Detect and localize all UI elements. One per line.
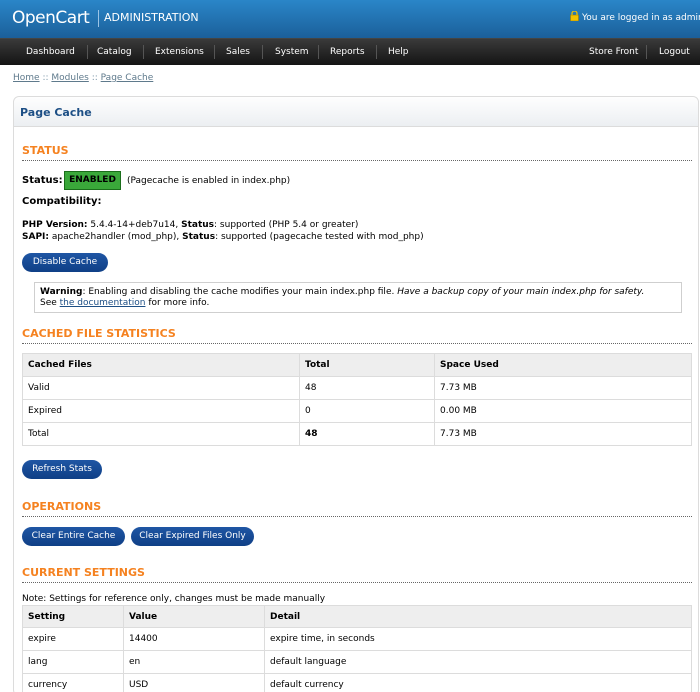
warning-text: : Enabling and disabling the cache modif… bbox=[82, 287, 398, 297]
nav-divider bbox=[646, 45, 647, 59]
stats-cell: 48 bbox=[299, 376, 435, 400]
stats-table: Cached Files Total Space Used Valid 48 7… bbox=[22, 353, 692, 446]
breadcrumb-separator: :: bbox=[91, 73, 98, 83]
logo-divider bbox=[98, 10, 99, 27]
sapi-status-value: : supported (pagecache tested with mod_p… bbox=[215, 232, 424, 242]
nav-catalog[interactable]: Catalog bbox=[97, 47, 132, 57]
nav-divider bbox=[318, 45, 319, 59]
nav-system[interactable]: System bbox=[275, 47, 309, 57]
nav-divider bbox=[262, 45, 263, 59]
nav-dashboard[interactable]: Dashboard bbox=[26, 47, 75, 57]
stats-cell: 0 bbox=[299, 399, 435, 423]
warning-see: See bbox=[40, 298, 60, 308]
stats-cell: 0.00 MB bbox=[434, 399, 692, 423]
stats-cell: 48 bbox=[299, 422, 435, 446]
page-title: Page Cache bbox=[20, 106, 92, 119]
php-version-label: PHP Version: bbox=[22, 220, 88, 230]
status-label: Status: bbox=[22, 175, 63, 186]
stats-cell: Expired bbox=[22, 399, 300, 423]
stats-header-row: Cached Files Total Space Used bbox=[22, 353, 692, 377]
nav-reports[interactable]: Reports bbox=[330, 47, 365, 57]
table-row: expire 14400 expire time, in seconds bbox=[22, 627, 692, 651]
col-space-used: Space Used bbox=[434, 353, 692, 377]
status-badge: ENABLED bbox=[64, 171, 121, 190]
stats-heading: CACHED FILE STATISTICS bbox=[22, 327, 692, 344]
breadcrumb-separator: :: bbox=[42, 73, 49, 83]
warning-more: for more info. bbox=[145, 298, 210, 308]
login-text: You are logged in as admin bbox=[582, 13, 700, 23]
nav-extensions[interactable]: Extensions bbox=[155, 47, 204, 57]
settings-cell: expire time, in seconds bbox=[264, 627, 692, 651]
documentation-link[interactable]: the documentation bbox=[60, 298, 146, 308]
sapi-status-label: Status bbox=[182, 232, 216, 242]
settings-cell: en bbox=[123, 650, 265, 674]
content-box: Page Cache STATUS Status: ENABLED (Pagec… bbox=[13, 96, 699, 692]
settings-note: Note: Settings for reference only, chang… bbox=[22, 594, 326, 604]
settings-heading: CURRENT SETTINGS bbox=[22, 566, 692, 583]
warning-italic: Have a backup copy of your main index.ph… bbox=[397, 287, 645, 297]
table-row: Expired 0 0.00 MB bbox=[22, 399, 692, 423]
settings-cell: expire bbox=[22, 627, 124, 651]
settings-cell: lang bbox=[22, 650, 124, 674]
stats-cell: 7.73 MB bbox=[434, 422, 692, 446]
breadcrumb-home[interactable]: Home bbox=[13, 73, 40, 83]
status-heading: STATUS bbox=[22, 144, 692, 161]
settings-header-row: Setting Value Detail bbox=[22, 605, 692, 628]
nav-divider bbox=[87, 45, 88, 59]
app-header: OpenCart ADMINISTRATION You are logged i… bbox=[0, 0, 700, 38]
table-row: Total 48 7.73 MB bbox=[22, 422, 692, 446]
stats-cell: 7.73 MB bbox=[434, 376, 692, 400]
opencart-logo[interactable]: OpenCart bbox=[12, 8, 90, 28]
php-version-value: 5.4.4-14+deb7u14, bbox=[87, 220, 182, 230]
col-setting: Setting bbox=[22, 605, 124, 628]
col-cached-files: Cached Files bbox=[22, 353, 300, 377]
admin-title: ADMINISTRATION bbox=[104, 11, 199, 24]
settings-cell: currency bbox=[22, 673, 124, 692]
clear-expired-files-button[interactable]: Clear Expired Files Only bbox=[131, 527, 254, 546]
disable-cache-button[interactable]: Disable Cache bbox=[22, 253, 108, 272]
breadcrumb-page-cache[interactable]: Page Cache bbox=[101, 73, 154, 83]
clear-entire-cache-button[interactable]: Clear Entire Cache bbox=[22, 527, 125, 546]
sapi-value: apache2handler (mod_php), bbox=[49, 232, 183, 242]
breadcrumb-modules[interactable]: Modules bbox=[51, 73, 88, 83]
sapi-line: SAPI: apache2handler (mod_php), Status: … bbox=[22, 232, 424, 242]
nav-help[interactable]: Help bbox=[388, 47, 409, 57]
warning-box: Warning: Enabling and disabling the cach… bbox=[34, 282, 682, 313]
nav-divider bbox=[376, 45, 377, 59]
settings-cell: default language bbox=[264, 650, 692, 674]
col-total: Total bbox=[299, 353, 435, 377]
nav-logout[interactable]: Logout bbox=[659, 47, 690, 57]
status-note: (Pagecache is enabled in index.php) bbox=[127, 176, 291, 186]
breadcrumb: Home :: Modules :: Page Cache bbox=[13, 73, 153, 83]
php-status-label: Status bbox=[181, 220, 215, 230]
settings-cell: USD bbox=[123, 673, 265, 692]
settings-table: Setting Value Detail expire 14400 expire… bbox=[22, 605, 692, 692]
php-version-line: PHP Version: 5.4.4-14+deb7u14, Status: s… bbox=[22, 220, 358, 230]
compatibility-label: Compatibility: bbox=[22, 196, 102, 207]
table-row: currency USD default currency bbox=[22, 673, 692, 692]
col-detail: Detail bbox=[264, 605, 692, 628]
nav-divider bbox=[143, 45, 144, 59]
main-nav: Dashboard Catalog Extensions Sales Syste… bbox=[0, 38, 700, 65]
table-row: lang en default language bbox=[22, 650, 692, 674]
nav-store-front[interactable]: Store Front bbox=[589, 47, 638, 57]
refresh-stats-button[interactable]: Refresh Stats bbox=[22, 460, 102, 479]
nav-divider bbox=[214, 45, 215, 59]
col-value: Value bbox=[123, 605, 265, 628]
php-status-value: : supported (PHP 5.4 or greater) bbox=[214, 220, 359, 230]
table-row: Valid 48 7.73 MB bbox=[22, 376, 692, 400]
box-header: Page Cache bbox=[14, 97, 698, 127]
stats-cell: Valid bbox=[22, 376, 300, 400]
lock-icon bbox=[570, 11, 579, 21]
operations-heading: OPERATIONS bbox=[22, 500, 692, 517]
nav-sales[interactable]: Sales bbox=[226, 47, 250, 57]
warning-label: Warning bbox=[40, 287, 83, 297]
sapi-label: SAPI: bbox=[22, 232, 49, 242]
settings-cell: 14400 bbox=[123, 627, 265, 651]
login-status: You are logged in as admin bbox=[570, 11, 700, 23]
settings-cell: default currency bbox=[264, 673, 692, 692]
stats-cell: Total bbox=[22, 422, 300, 446]
